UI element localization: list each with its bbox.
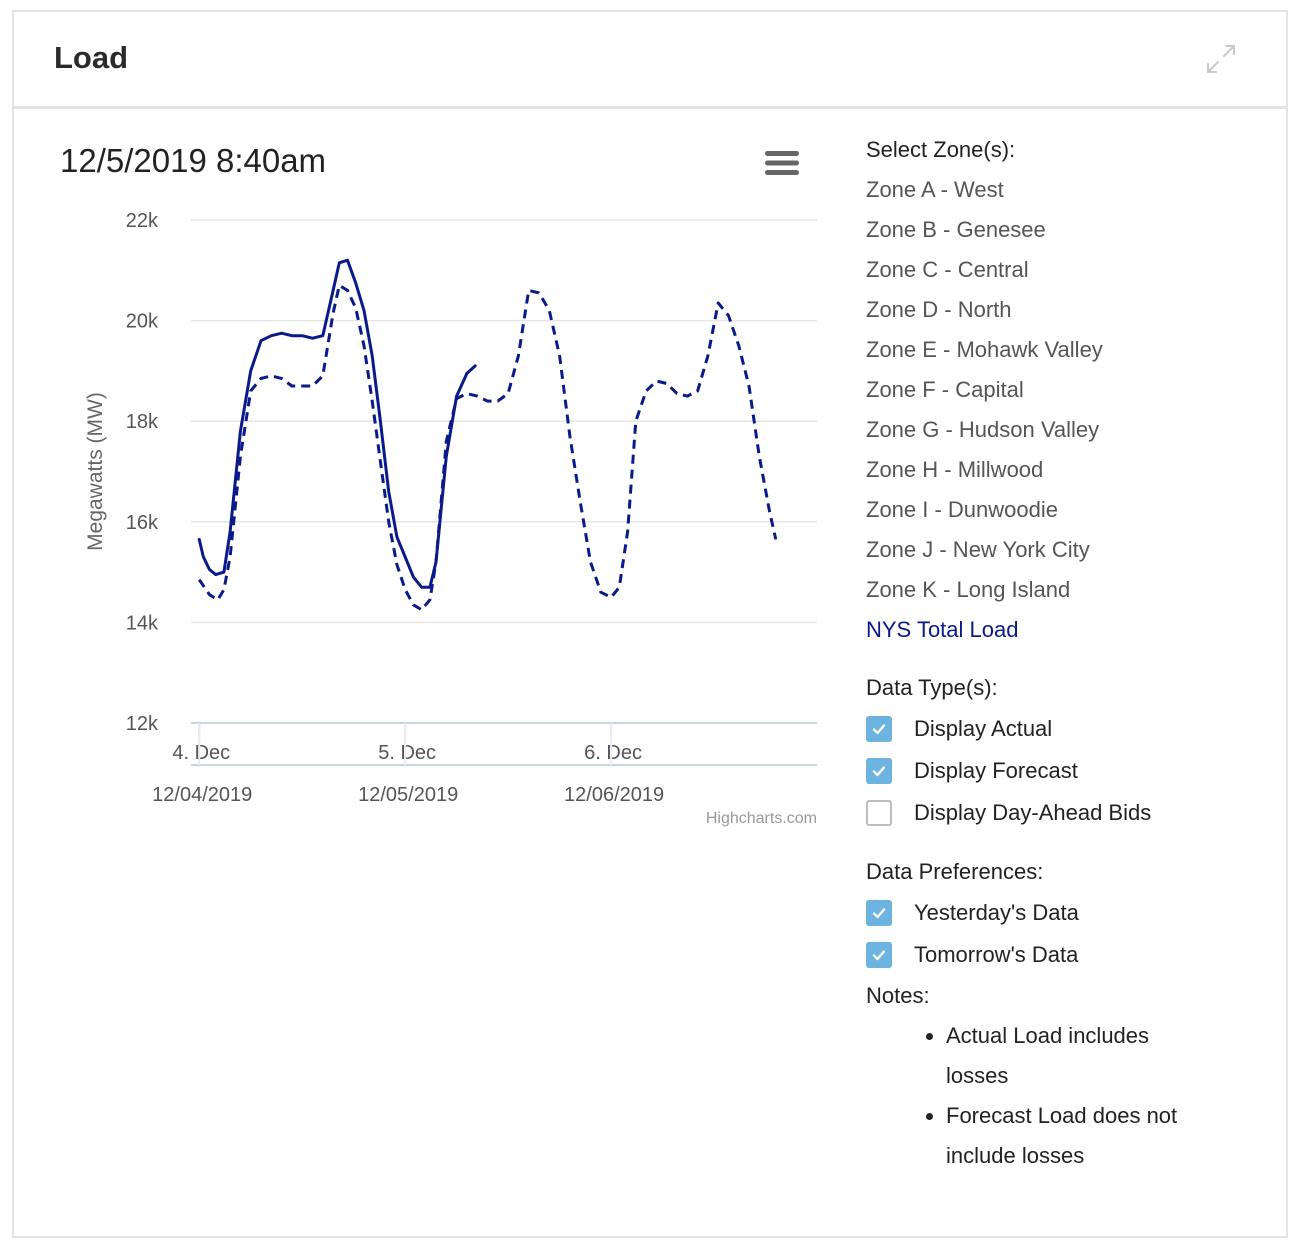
prefs-list: Yesterday's Data Tomorrow's Data — [866, 892, 1266, 976]
sidebar: Select Zone(s): Zone A - West Zone B - Ge… — [866, 130, 1266, 1176]
zone-item[interactable]: Zone F - Capital — [866, 370, 1266, 410]
notes-list: Actual Load includes lossesForecast Load… — [866, 1016, 1266, 1176]
note-item: Actual Load includes losses — [946, 1016, 1206, 1096]
zone-item[interactable]: Zone G - Hudson Valley — [866, 410, 1266, 450]
x-tick-label: 5. Dec — [378, 742, 436, 764]
zone-item[interactable]: Zone J - New York City — [866, 530, 1266, 570]
y-axis-title: Megawatts (MW) — [84, 392, 107, 551]
checkbox-label: Display Forecast — [914, 758, 1078, 783]
checkbox[interactable] — [866, 800, 892, 826]
y-tick-label: 14k — [126, 612, 159, 634]
panel-header: Load — [14, 12, 1286, 109]
actual-load-line — [197, 258, 477, 589]
zone-item[interactable]: Zone E - Mohawk Valley — [866, 330, 1266, 370]
check-icon — [872, 950, 886, 961]
zone-item[interactable]: Zone D - North — [866, 290, 1266, 330]
checkbox[interactable] — [866, 716, 892, 742]
checkbox-label: Display Actual — [914, 716, 1053, 741]
zone-item[interactable]: Zone K - Long Island — [866, 570, 1266, 610]
y-tick-label: 20k — [126, 311, 159, 333]
checkbox-label: Yesterday's Data — [914, 900, 1079, 925]
chart-menu-icon[interactable] — [764, 148, 800, 178]
check-icon — [872, 766, 886, 777]
panel-title: Load — [54, 40, 129, 75]
checkbox[interactable] — [866, 900, 892, 926]
expand-icon[interactable] — [1204, 42, 1238, 76]
checkbox-row[interactable]: Display Actual — [866, 708, 1266, 750]
y-tick-label: 12k — [126, 713, 159, 735]
chart-title: 12/5/2019 8:40am — [60, 142, 327, 179]
checkbox-row[interactable]: Tomorrow's Data — [866, 934, 1266, 976]
zone-item[interactable]: Zone I - Dunwoodie — [866, 490, 1266, 530]
navigator-label: 12/05/2019 — [358, 784, 458, 806]
checkbox-row[interactable]: Display Forecast — [866, 750, 1266, 792]
data-types-label: Data Type(s): — [866, 675, 998, 700]
chart-svg: 22k 20k 18k 16k 14k 12k Megawatts (MW) 4. Dec 5.… — [84, 210, 817, 827]
check-icon — [872, 724, 886, 735]
load-chart: 22k 20k 18k 16k 14k 12k Megawatts (MW) 4. Dec 5.… — [60, 130, 820, 840]
y-tick-label: 16k — [126, 512, 159, 534]
zone-item[interactable]: NYS Total Load — [866, 610, 1266, 650]
chart-credit: Highcharts.com — [706, 810, 817, 827]
notes-label: Notes: — [866, 983, 930, 1008]
check-icon — [872, 908, 886, 919]
zone-list: Zone A - West Zone B - Genesee Zone C - Ce… — [866, 170, 1266, 650]
zone-item[interactable]: Zone A - West — [866, 170, 1266, 210]
navigator-label: 12/06/2019 — [564, 784, 664, 806]
zones-label: Select Zone(s): — [866, 137, 1016, 162]
x-tick-label: 4. Dec — [172, 742, 230, 764]
navigator-label: 12/04/2019 — [152, 784, 252, 806]
checkbox-label: Display Day-Ahead Bids — [914, 800, 1152, 825]
zone-item[interactable]: Zone H - Millwood — [866, 450, 1266, 490]
y-tick-label: 22k — [126, 210, 159, 232]
y-tick-label: 18k — [126, 411, 159, 433]
data-types-list: Display Actual Display Forecast Display Da… — [866, 708, 1266, 834]
zone-item[interactable]: Zone C - Central — [866, 250, 1266, 290]
note-item: Forecast Load does not include losses — [946, 1096, 1206, 1176]
checkbox[interactable] — [866, 758, 892, 784]
checkbox-row[interactable]: Display Day-Ahead Bids — [866, 792, 1266, 834]
checkbox-row[interactable]: Yesterday's Data — [866, 892, 1266, 934]
checkbox[interactable] — [866, 942, 892, 968]
checkbox-label: Tomorrow's Data — [914, 942, 1079, 967]
x-tick-label: 6. Dec — [584, 742, 642, 764]
zone-item[interactable]: Zone B - Genesee — [866, 210, 1266, 250]
prefs-label: Data Preferences: — [866, 859, 1044, 884]
